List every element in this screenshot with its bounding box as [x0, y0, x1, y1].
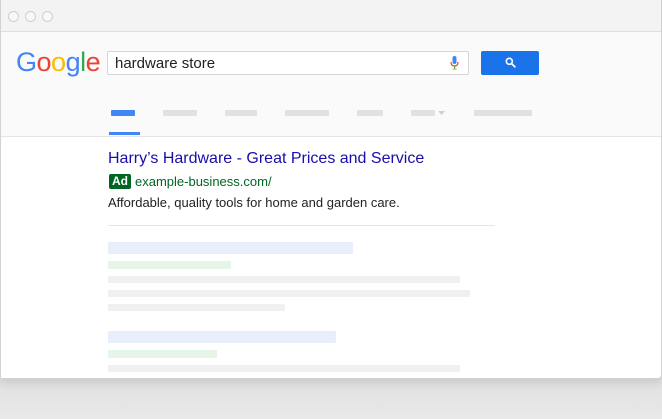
google-logo[interactable]: Google — [16, 47, 101, 77]
result-snippet-placeholder — [108, 365, 460, 372]
tab-more[interactable] — [411, 110, 435, 116]
active-tab-indicator — [109, 132, 140, 135]
search-input[interactable]: hardware store — [107, 51, 469, 75]
ad-url: example-business.com/ — [135, 173, 272, 189]
chevron-down-icon — [438, 111, 445, 115]
logo-letter: o — [51, 47, 66, 77]
result-title-placeholder — [108, 242, 353, 254]
tab-placeholder[interactable] — [163, 110, 197, 116]
ad-url-row: Ad example-business.com/ — [109, 173, 272, 189]
tab-placeholder[interactable] — [225, 110, 257, 116]
minimize-window-button[interactable] — [25, 11, 36, 22]
result-url-placeholder — [108, 261, 231, 269]
result-snippet-placeholder — [108, 290, 470, 297]
tab-tools[interactable] — [474, 110, 532, 116]
tab-all[interactable] — [111, 110, 135, 116]
result-snippet-placeholder — [108, 304, 285, 311]
logo-letter: g — [65, 47, 81, 77]
browser-window: Google hardware store Harry’s Hardware -… — [0, 0, 662, 379]
title-bar — [1, 0, 661, 32]
tab-placeholder[interactable] — [357, 110, 383, 116]
ad-title-link[interactable]: Harry’s Hardware - Great Prices and Serv… — [108, 150, 424, 168]
search-icon — [505, 57, 516, 68]
result-divider — [108, 225, 495, 226]
close-window-button[interactable] — [8, 11, 19, 22]
tab-placeholder[interactable] — [285, 110, 329, 116]
ad-badge: Ad — [109, 173, 131, 189]
microphone-icon[interactable] — [450, 56, 459, 75]
search-tabs — [1, 94, 661, 137]
logo-letter: o — [36, 47, 52, 77]
search-query: hardware store — [115, 55, 216, 72]
result-title-placeholder — [108, 331, 336, 343]
logo-letter: G — [16, 47, 37, 77]
search-button[interactable] — [481, 51, 539, 75]
result-url-placeholder — [108, 350, 217, 358]
search-header: Google hardware store — [1, 32, 661, 94]
result-snippet-placeholder — [108, 276, 460, 283]
maximize-window-button[interactable] — [42, 11, 53, 22]
ad-description: Affordable, quality tools for home and g… — [108, 195, 400, 210]
logo-letter: e — [85, 47, 101, 77]
